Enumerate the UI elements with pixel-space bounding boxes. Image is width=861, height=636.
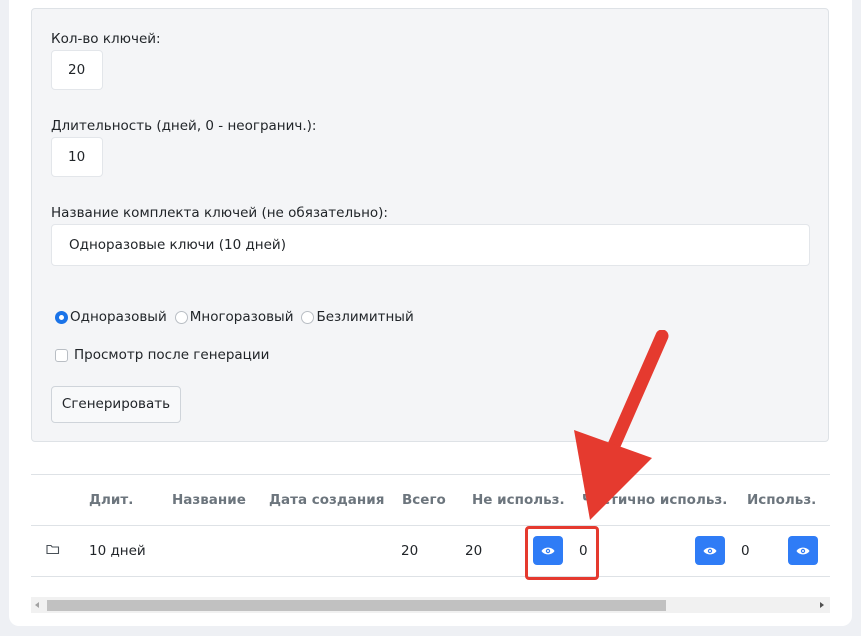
keys-table: Длит. Название Дата создания Всего Не ис… bbox=[31, 474, 830, 577]
cell-used: 0 bbox=[741, 543, 750, 559]
row-divider bbox=[31, 576, 830, 577]
radio-unlimited[interactable]: Безлимитный bbox=[301, 309, 414, 325]
radio-button[interactable] bbox=[174, 310, 188, 324]
radio-button[interactable] bbox=[301, 310, 315, 324]
column-header-unused[interactable]: Не использ. bbox=[472, 492, 565, 508]
table-top-border bbox=[31, 474, 830, 475]
cell-total: 20 bbox=[401, 543, 419, 559]
cell-unused: 20 bbox=[465, 543, 483, 559]
radio-label: Многоразовый bbox=[189, 309, 294, 325]
scrollbar-thumb[interactable] bbox=[47, 600, 666, 611]
column-header-total[interactable]: Всего bbox=[402, 492, 446, 508]
eye-icon bbox=[796, 547, 810, 554]
set-name-input[interactable]: Одноразовые ключи (10 дней) bbox=[51, 224, 810, 266]
radio-label: Одноразовый bbox=[70, 309, 167, 325]
cell-duration: 10 дней bbox=[89, 543, 146, 559]
generate-button[interactable]: Сгенерировать bbox=[51, 386, 181, 423]
view-used-button[interactable] bbox=[788, 536, 818, 565]
preview-checkbox-label: Просмотр после генерации bbox=[74, 347, 270, 363]
folder-icon[interactable] bbox=[46, 543, 60, 559]
keys-count-input[interactable]: 20 bbox=[51, 50, 103, 90]
annotation-highlight-box bbox=[525, 526, 599, 580]
duration-label: Длительность (дней, 0 - неогранич.): bbox=[51, 118, 317, 134]
scroll-right-arrow-icon[interactable] bbox=[820, 602, 824, 608]
radio-button-checked[interactable] bbox=[55, 310, 68, 324]
column-header-duration[interactable]: Длит. bbox=[89, 492, 133, 508]
duration-input[interactable]: 10 bbox=[51, 137, 103, 177]
annotation-arrow-icon bbox=[574, 330, 669, 520]
preview-checkbox[interactable] bbox=[55, 348, 68, 362]
keys-count-label: Кол-во ключей: bbox=[51, 31, 161, 47]
key-type-radio-group: Одноразовый Многоразовый Безлимитный bbox=[55, 307, 422, 327]
eye-icon bbox=[703, 547, 717, 554]
view-partially-used-button[interactable] bbox=[695, 536, 725, 565]
radio-single-use[interactable]: Одноразовый bbox=[55, 309, 167, 325]
preview-after-generation-option[interactable]: Просмотр после генерации bbox=[55, 347, 269, 363]
column-header-used[interactable]: Использ. bbox=[747, 492, 816, 508]
radio-label: Безлимитный bbox=[316, 309, 414, 325]
scroll-left-arrow-icon[interactable] bbox=[35, 602, 39, 608]
header-divider bbox=[31, 525, 830, 526]
column-header-created[interactable]: Дата создания bbox=[269, 492, 384, 508]
column-header-name[interactable]: Название bbox=[172, 492, 246, 508]
set-name-label: Название комплекта ключей (не обязательн… bbox=[51, 205, 388, 221]
horizontal-scrollbar[interactable] bbox=[31, 597, 830, 613]
radio-multi-use[interactable]: Многоразовый bbox=[174, 309, 294, 325]
